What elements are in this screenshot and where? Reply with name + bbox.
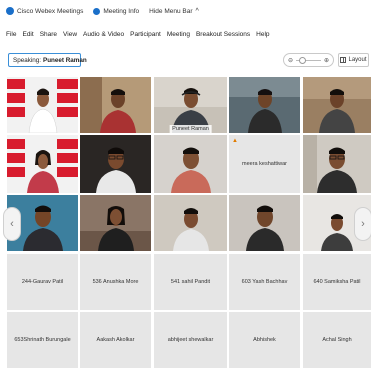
hide-menu-label: Hide Menu Bar — [149, 7, 193, 15]
zoom-out-icon[interactable]: ⊖ — [288, 57, 293, 64]
participant-name: 640 Samiksha Patil — [313, 279, 361, 285]
chevron-left-icon: ‹ — [10, 218, 14, 230]
previous-page-button[interactable]: ‹ — [3, 207, 21, 241]
participant-name: Puneet Raman — [169, 125, 212, 133]
info-icon — [93, 7, 101, 15]
active-speaker-name: Puneet Raman — [43, 56, 87, 64]
video-tile[interactable] — [229, 77, 300, 133]
zoom-control[interactable]: ⊖ ⊕ — [283, 53, 334, 67]
app-name: Cisco Webex Meetings — [17, 7, 84, 15]
participant-name: 536 Anushka More — [92, 279, 139, 285]
video-tile[interactable] — [7, 77, 78, 133]
zoom-slider[interactable] — [296, 56, 321, 64]
warning-icon: ▲ — [232, 138, 238, 144]
menu-help[interactable]: Help — [256, 31, 269, 38]
participant-name: 653Shrinath Burungale — [14, 337, 71, 343]
participant-name: 244-Gaurav Patil — [21, 279, 64, 285]
participant-video — [7, 77, 78, 133]
participant-name: meera keshattiwar — [242, 161, 287, 167]
menu-audio-video[interactable]: Audio & Video — [83, 31, 124, 38]
app-title: Cisco Webex Meetings — [6, 7, 83, 15]
speaking-indicator: Speaking: Puneet Raman — [8, 53, 87, 67]
layout-button[interactable]: Layout — [338, 53, 369, 67]
participant-video — [80, 77, 151, 133]
participant-name: Aakash Akolkar — [96, 337, 135, 343]
video-tile[interactable] — [303, 135, 371, 193]
chevron-right-icon: › — [361, 218, 365, 230]
participant-video — [303, 135, 371, 193]
menu-file[interactable]: File — [6, 31, 16, 38]
participant-video — [154, 135, 227, 193]
audio-only-tile[interactable]: ▲ meera keshattiwar — [229, 135, 300, 193]
audio-only-tile[interactable]: 536 Anushka More — [80, 254, 151, 310]
participant-video — [229, 195, 300, 251]
participant-name: 603 Yash Bachhav — [241, 279, 288, 285]
participant-name: Achal Singh — [322, 337, 352, 343]
audio-only-tile[interactable]: Aakash Akolkar — [80, 312, 151, 368]
video-grid: Puneet Raman ▲ meera keshattiwar 244-Gau… — [7, 77, 371, 368]
menu-participant[interactable]: Participant — [130, 31, 161, 38]
participant-name: Abhishek — [253, 337, 276, 343]
audio-only-tile[interactable]: 541 sahil Pandit — [154, 254, 227, 310]
meeting-info-button[interactable]: Meeting Info — [93, 7, 140, 15]
video-tile[interactable] — [7, 135, 78, 193]
menu-share[interactable]: Share — [40, 31, 57, 38]
audio-only-tile[interactable]: 603 Yash Bachhav — [229, 254, 300, 310]
audio-only-tile[interactable]: 244-Gaurav Patil — [7, 254, 78, 310]
participant-name: abhijeet shewalkar — [167, 337, 214, 343]
next-page-button[interactable]: › — [354, 207, 371, 241]
speaking-label: Speaking: — [13, 56, 42, 64]
menu-meeting[interactable]: Meeting — [167, 31, 190, 38]
audio-only-tile[interactable]: 653Shrinath Burungale — [7, 312, 78, 368]
active-speaker-tile[interactable]: Puneet Raman — [154, 77, 227, 133]
meeting-info-label: Meeting Info — [103, 7, 140, 15]
participant-video — [229, 77, 300, 133]
layout-label: Layout — [348, 57, 367, 63]
video-tile[interactable] — [154, 195, 227, 251]
layout-icon — [340, 57, 347, 63]
menu-breakout-sessions[interactable]: Breakout Sessions — [196, 31, 250, 38]
participant-name: 541 sahil Pandit — [170, 279, 211, 285]
menu-view[interactable]: View — [63, 31, 77, 38]
participant-video — [303, 77, 371, 133]
participant-video — [80, 195, 151, 251]
video-tile[interactable] — [154, 135, 227, 193]
menu-bar: File Edit Share View Audio & Video Parti… — [0, 27, 371, 41]
hide-menu-bar-button[interactable]: Hide Menu Bar ^ — [149, 8, 199, 15]
zoom-in-icon[interactable]: ⊕ — [324, 57, 329, 64]
video-tile[interactable] — [80, 77, 151, 133]
chevron-up-icon: ^ — [195, 7, 199, 15]
zoom-slider-handle[interactable] — [299, 56, 307, 64]
participant-video — [80, 135, 151, 193]
menu-edit[interactable]: Edit — [22, 31, 33, 38]
video-tile[interactable] — [303, 77, 371, 133]
participant-video — [7, 135, 78, 193]
webex-logo-icon — [6, 7, 14, 15]
audio-only-tile[interactable]: abhijeet shewalkar — [154, 312, 227, 368]
title-bar: Cisco Webex Meetings Meeting Info Hide M… — [0, 0, 371, 22]
audio-only-tile[interactable]: Achal Singh — [303, 312, 371, 368]
audio-only-tile[interactable]: 640 Samiksha Patil — [303, 254, 371, 310]
participant-video — [154, 195, 227, 251]
video-tile[interactable] — [80, 135, 151, 193]
video-tile[interactable] — [229, 195, 300, 251]
audio-only-tile[interactable]: Abhishek — [229, 312, 300, 368]
video-tile[interactable] — [80, 195, 151, 251]
